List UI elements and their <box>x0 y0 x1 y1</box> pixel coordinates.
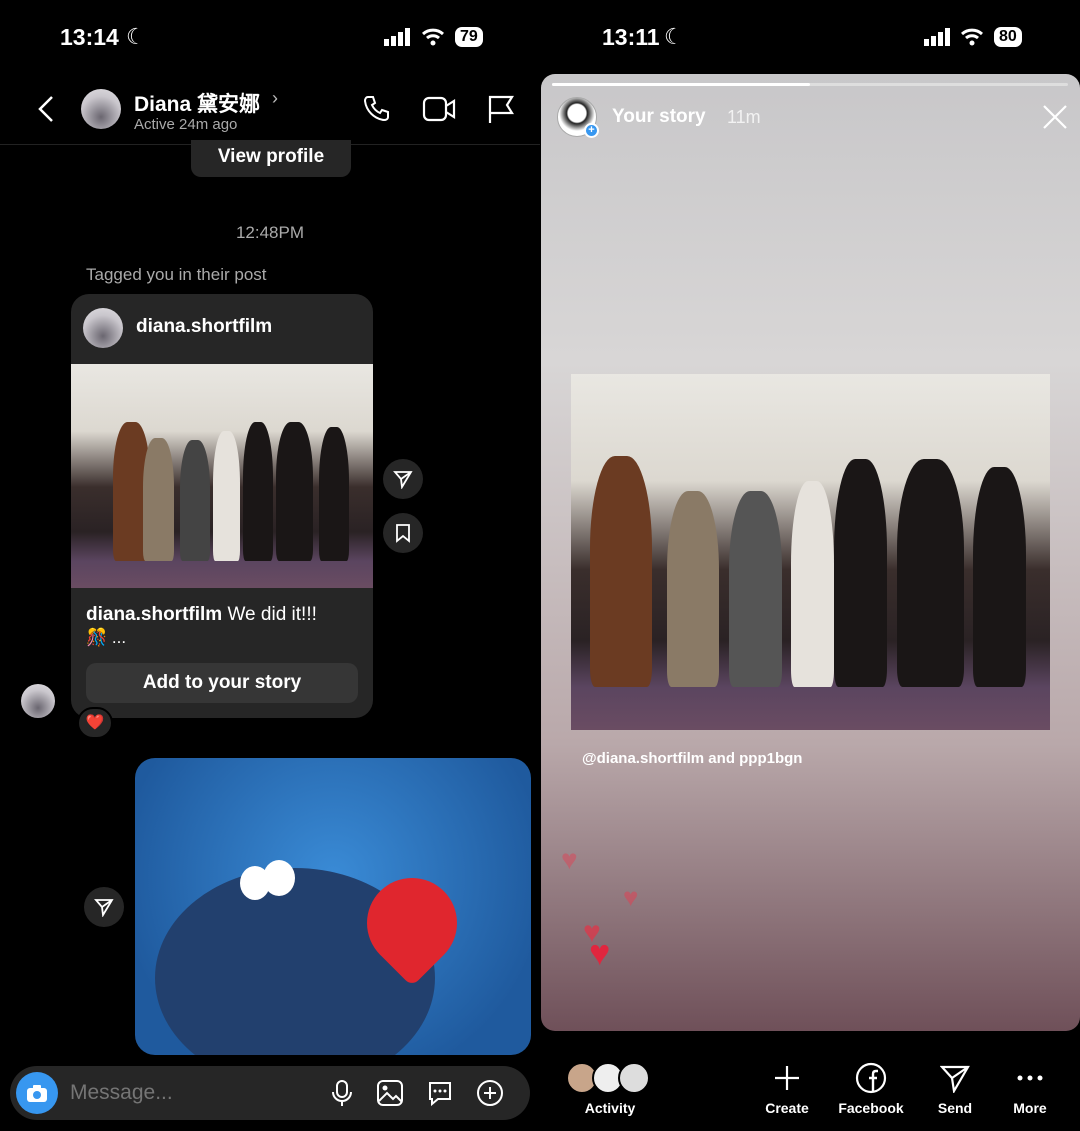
signal-icon <box>924 28 952 46</box>
send-icon <box>94 899 114 917</box>
create-label: Create <box>765 1100 809 1116</box>
story-caption: @diana.shortfilm and ppp1bgn <box>582 750 802 767</box>
video-call-icon[interactable] <box>422 96 456 122</box>
moon-icon: ☾ <box>126 24 146 49</box>
story-photo <box>571 374 1050 730</box>
activity-label: Activity <box>584 1100 636 1116</box>
caption-rest: and ppp1bgn <box>704 750 803 767</box>
story-label: Your story <box>612 106 706 127</box>
add-icon[interactable] <box>476 1079 504 1107</box>
status-time: 13:11 <box>602 24 660 50</box>
sender-avatar[interactable] <box>21 684 55 718</box>
battery-indicator: 79 <box>455 27 483 47</box>
save-post-button[interactable] <box>383 513 423 553</box>
camera-icon <box>27 1085 47 1102</box>
more-icon <box>980 1060 1080 1096</box>
heart-reaction[interactable]: ❤️ <box>77 707 113 739</box>
send-label: Send <box>937 1100 973 1116</box>
share-sticker-button[interactable] <box>84 887 124 927</box>
share-post-button[interactable] <box>383 459 423 499</box>
post-author-avatar <box>83 308 123 348</box>
moon-icon: ☾ <box>664 24 684 49</box>
microphone-icon[interactable] <box>330 1079 354 1107</box>
gallery-icon[interactable] <box>376 1079 404 1107</box>
activity-button[interactable]: Activity <box>560 1060 660 1116</box>
post-caption: diana.shortfilm We did it!!! <box>86 604 366 626</box>
sticker-image[interactable] <box>135 758 531 1055</box>
battery-indicator: 80 <box>994 27 1022 47</box>
caption-more[interactable]: 🎊 ... <box>86 628 126 648</box>
caption-username: diana.shortfilm <box>86 604 223 625</box>
story-viewer[interactable]: + Your story 11m @diana.shortfilm and pp… <box>541 74 1080 1031</box>
chevron-right-icon[interactable]: › <box>272 88 278 109</box>
add-to-story-button[interactable]: Add to your story <box>86 663 358 703</box>
signal-icon <box>384 28 412 46</box>
shared-post-card[interactable]: diana.shortfilm diana.shortfilm We did i… <box>71 294 373 718</box>
bookmark-icon <box>396 524 410 543</box>
contact-avatar[interactable] <box>81 89 121 129</box>
phone-icon[interactable] <box>362 94 392 124</box>
heart-icon: ♥ <box>561 844 578 875</box>
send-icon <box>393 471 413 489</box>
post-username: diana.shortfilm <box>136 316 273 337</box>
more-label: More <box>1013 1100 1047 1116</box>
message-input[interactable] <box>70 1076 310 1110</box>
viewer-avatars <box>560 1060 660 1096</box>
post-photo[interactable] <box>71 364 373 588</box>
status-time: 13:14 <box>60 24 119 50</box>
back-icon[interactable] <box>36 94 56 124</box>
wifi-icon <box>421 27 445 47</box>
mention-link[interactable]: @diana.shortfilm <box>582 750 704 767</box>
camera-button[interactable] <box>16 1072 58 1114</box>
more-button[interactable]: More <box>980 1060 1080 1116</box>
sticker-icon[interactable] <box>426 1079 454 1107</box>
facebook-label: Facebook <box>838 1100 904 1116</box>
message-composer <box>10 1066 530 1120</box>
story-progress-fill <box>552 83 810 86</box>
wifi-icon <box>960 27 984 47</box>
active-status: Active 24m ago <box>134 116 238 133</box>
flag-icon[interactable] <box>487 94 515 124</box>
story-age: 11m <box>727 107 761 127</box>
caption-text: We did it!!! <box>222 604 317 625</box>
story-progress-bar <box>552 83 1068 86</box>
heart-icon: ♥ <box>623 882 639 912</box>
close-icon[interactable] <box>1041 103 1069 131</box>
tagged-label: Tagged you in their post <box>86 265 267 284</box>
timestamp: 12:48PM <box>235 223 305 242</box>
view-profile-button[interactable]: View profile <box>191 140 351 177</box>
contact-name[interactable]: Diana 黛安娜 <box>134 88 260 118</box>
add-story-badge-icon[interactable]: + <box>584 123 599 138</box>
heart-icon: ♥ <box>589 932 611 973</box>
